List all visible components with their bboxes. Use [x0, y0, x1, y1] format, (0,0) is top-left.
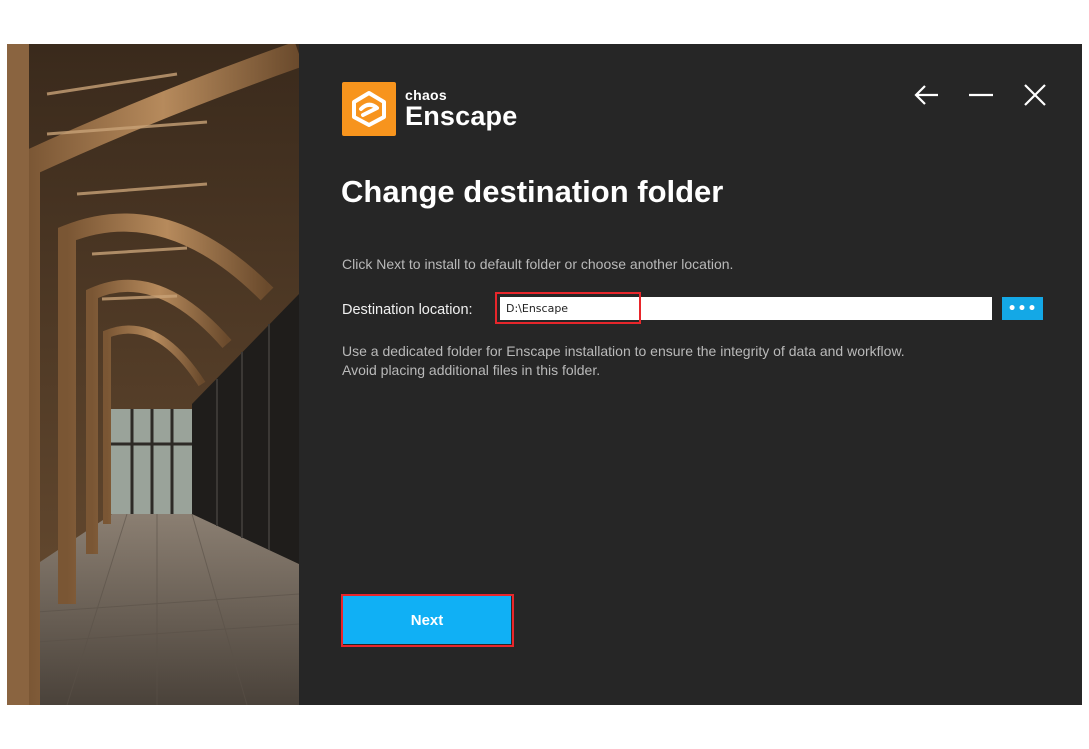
enscape-logo-icon [342, 82, 396, 136]
arrow-left-icon[interactable] [912, 80, 942, 110]
browse-folder-button[interactable]: ••• [1002, 297, 1043, 320]
intro-text: Click Next to install to default folder … [342, 256, 734, 272]
installer-window: chaos Enscape Change destination folder … [7, 44, 1082, 705]
destination-label: Destination location: [342, 302, 473, 318]
brand-company: chaos [405, 87, 447, 103]
close-icon[interactable] [1020, 80, 1050, 110]
next-button[interactable]: Next [343, 596, 511, 644]
folder-note-line-1: Use a dedicated folder for Enscape insta… [342, 343, 905, 359]
brand-product: Enscape [405, 101, 518, 131]
minimize-icon[interactable] [966, 80, 996, 110]
destination-path-input[interactable] [500, 297, 992, 320]
window-controls [912, 80, 1050, 110]
page-title: Change destination folder [341, 174, 724, 209]
folder-note: Use a dedicated folder for Enscape insta… [342, 342, 905, 380]
installer-content: chaos Enscape Change destination folder … [299, 44, 1082, 705]
enscape-logo: chaos Enscape [342, 82, 517, 136]
architecture-hero-image [7, 44, 299, 705]
folder-note-line-2: Avoid placing additional files in this f… [342, 362, 601, 378]
